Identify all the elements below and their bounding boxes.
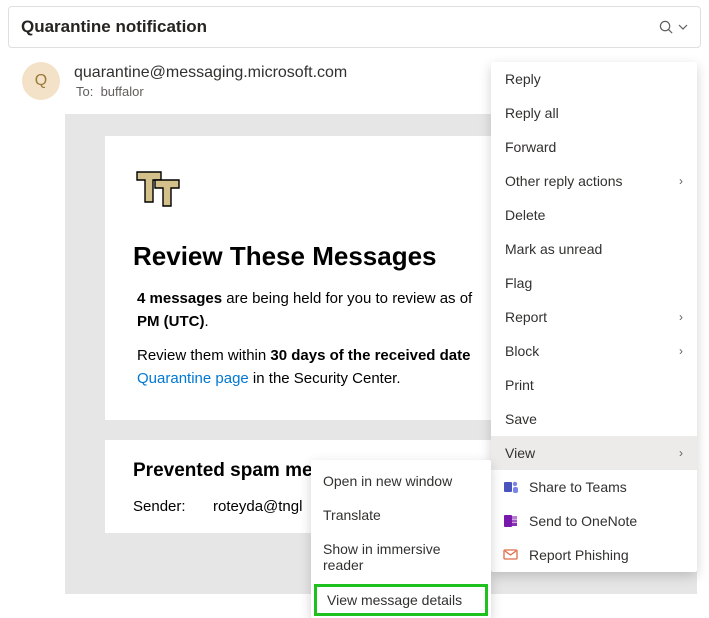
sender-label: Sender: [133, 498, 213, 515]
phishing-icon [503, 547, 519, 563]
menu-send-onenote[interactable]: Send to OneNote [491, 504, 697, 538]
menu-report-phishing[interactable]: Report Phishing [491, 538, 697, 572]
chevron-right-icon: › [679, 446, 683, 460]
teams-icon [503, 479, 519, 495]
menu-reply-all[interactable]: Reply all [491, 96, 697, 130]
magnifier-icon [659, 20, 674, 35]
message-context-menu: Reply Reply all Forward Other reply acti… [491, 62, 697, 572]
menu-save[interactable]: Save [491, 402, 697, 436]
menu-mark-unread[interactable]: Mark as unread [491, 232, 697, 266]
quarantine-page-link[interactable]: Quarantine page [137, 370, 249, 387]
menu-flag[interactable]: Flag [491, 266, 697, 300]
menu-delete[interactable]: Delete [491, 198, 697, 232]
chevron-right-icon: › [679, 310, 683, 324]
chevron-right-icon: › [679, 344, 683, 358]
menu-other-reply[interactable]: Other reply actions› [491, 164, 697, 198]
submenu-translate[interactable]: Translate [311, 498, 491, 532]
submenu-immersive-reader[interactable]: Show in immersive reader [311, 532, 491, 582]
menu-forward[interactable]: Forward [491, 130, 697, 164]
menu-report[interactable]: Report› [491, 300, 697, 334]
submenu-view-message-details[interactable]: View message details [314, 584, 488, 616]
chevron-down-icon [678, 22, 688, 32]
sender-avatar: Q [22, 62, 60, 100]
menu-share-teams[interactable]: Share to Teams [491, 470, 697, 504]
zoom-control[interactable] [659, 20, 688, 35]
view-submenu: Open in new window Translate Show in imm… [311, 460, 491, 618]
onenote-icon [503, 513, 519, 529]
submenu-open-new-window[interactable]: Open in new window [311, 464, 491, 498]
subject-bar: Quarantine notification [8, 6, 701, 48]
sender-value: roteyda@tngl [213, 498, 302, 515]
subject-text: Quarantine notification [21, 17, 207, 37]
chevron-right-icon: › [679, 174, 683, 188]
menu-print[interactable]: Print [491, 368, 697, 402]
menu-view[interactable]: View› [491, 436, 697, 470]
menu-reply[interactable]: Reply [491, 62, 697, 96]
menu-block[interactable]: Block› [491, 334, 697, 368]
